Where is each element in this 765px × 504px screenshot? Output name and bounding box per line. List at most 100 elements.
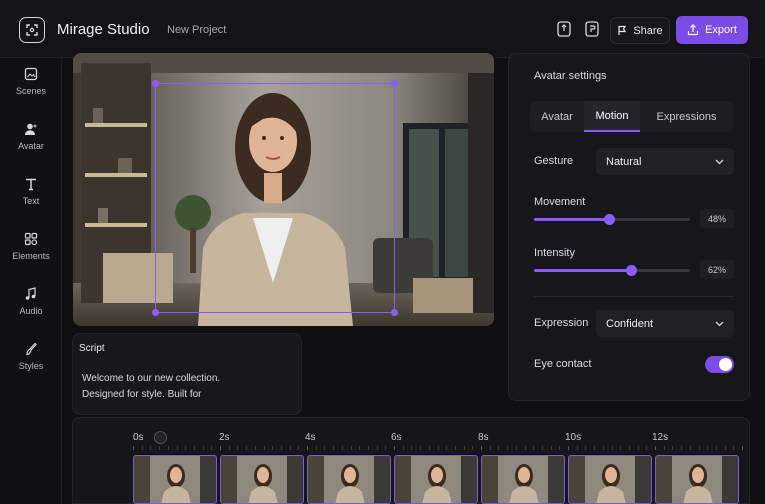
expression-select[interactable]: Confident [596,310,734,337]
script-line: Designed for style. Built for [82,389,202,400]
eye-contact-toggle[interactable] [705,356,734,373]
tick-label: 2s [219,432,230,443]
movement-slider[interactable] [534,214,690,225]
share-button[interactable]: Share [610,17,670,44]
ruler-tick [150,446,152,450]
ruler-tick [385,446,387,450]
video-preview[interactable] [73,53,494,326]
tab-avatar[interactable]: Avatar [530,101,584,132]
ruler-tick [315,446,317,450]
tab-expressions[interactable]: Expressions [640,101,733,132]
ruler-tick [376,446,378,450]
logo-icon[interactable] [19,17,45,43]
resize-handle-bottom-left[interactable] [152,309,159,316]
timeline-clip[interactable] [481,455,565,504]
ruler-tick [341,446,343,450]
intensity-slider-knob[interactable] [625,265,637,276]
timeline-clip[interactable] [655,455,739,504]
playhead-handle[interactable] [154,431,167,444]
sidebar-item-label: Text [22,196,40,206]
ruler-tick [559,446,561,450]
ruler-tick [463,446,465,450]
ruler-tick [498,446,500,450]
ruler-tick [420,446,422,450]
chevron-down-icon [715,321,724,326]
sidebar-item-label: Scenes [15,86,47,96]
tick-label: 8s [478,432,489,443]
eye-contact-label: Eye contact [534,358,592,370]
sidebar: Scenes Avatar Text Elements Audio Styles [0,58,62,504]
sidebar-item-label: Elements [12,251,50,261]
ruler-tick [367,446,369,450]
audio-icon [25,287,36,300]
ruler-tick [454,446,456,450]
ruler-tick [611,446,613,450]
settings-tabs: Avatar Motion Expressions [530,101,733,132]
ruler-tick [437,446,439,450]
ruler-tick [489,446,491,450]
ruler-tick [167,446,169,450]
intensity-slider-fill [534,269,631,272]
resize-handle-top-right[interactable] [391,80,398,87]
sidebar-item-scenes[interactable]: Scenes [0,67,62,113]
timeline-clip[interactable] [394,455,478,504]
timeline-clip[interactable] [568,455,652,504]
ruler-tick [289,446,291,450]
timeline-clip[interactable] [133,455,217,504]
resize-handle-bottom-right[interactable] [391,309,398,316]
resize-handle-top-left[interactable] [152,80,159,87]
gesture-value: Natural [606,155,642,168]
undo-icon[interactable] [554,19,574,39]
sidebar-item-styles[interactable]: Styles [0,342,62,388]
export-button[interactable]: Export [676,16,748,44]
timeline-clip[interactable] [220,455,304,504]
sidebar-item-text[interactable]: Text [0,177,62,223]
ruler-tick [211,446,213,450]
ruler-tick [724,446,726,450]
ruler-tick [359,446,361,450]
ruler-tick [594,446,596,450]
ruler-tick [133,446,134,450]
ruler-tick [472,446,474,450]
sidebar-item-elements[interactable]: Elements [0,232,62,278]
ruler-tick [628,446,630,450]
intensity-slider[interactable] [534,265,690,276]
ruler-tick [533,446,535,450]
panel-title: Avatar settings [534,70,607,82]
ruler-tick [280,446,282,450]
avatar-selection-box[interactable] [152,80,398,316]
expression-label: Expression [534,317,589,329]
avatar-settings-panel: Avatar settings Avatar Motion Expression… [508,53,750,401]
sidebar-item-audio[interactable]: Audio [0,287,62,333]
tick-label: 0s [133,432,144,443]
avatar-icon [25,123,37,135]
ruler-tick [193,446,195,450]
ruler-tick [524,446,526,450]
ruler-tick [202,446,204,450]
ruler-tick [185,446,187,450]
ruler-tick [672,446,674,450]
ruler-tick [715,446,717,450]
sidebar-item-avatar[interactable]: Avatar [0,122,62,168]
tab-motion[interactable]: Motion [584,101,640,132]
project-name[interactable]: New Project [167,24,226,36]
ruler-tick [646,446,648,450]
ruler-tick [637,446,639,450]
gesture-select[interactable]: Natural [596,148,734,175]
ruler-tick [707,446,709,450]
redo-icon[interactable] [582,19,602,39]
script-title: Script [79,343,105,354]
movement-slider-knob[interactable] [603,214,615,225]
script-textarea[interactable]: Welcome to our new collection. Designed … [82,371,282,403]
ruler-tick [394,446,395,450]
ruler-tick [681,446,683,450]
scenes-icon [24,67,38,81]
timeline-clip[interactable] [307,455,391,504]
ruler-tick [333,446,335,450]
timeline: 0s 2s 4s 6s 8s 10s 12s [72,417,750,504]
script-line: Welcome to our new collection. [82,373,221,384]
gesture-label: Gesture [534,155,574,167]
export-label: Export [705,24,737,36]
ruler-tick [246,446,248,450]
toggle-knob [719,358,732,371]
